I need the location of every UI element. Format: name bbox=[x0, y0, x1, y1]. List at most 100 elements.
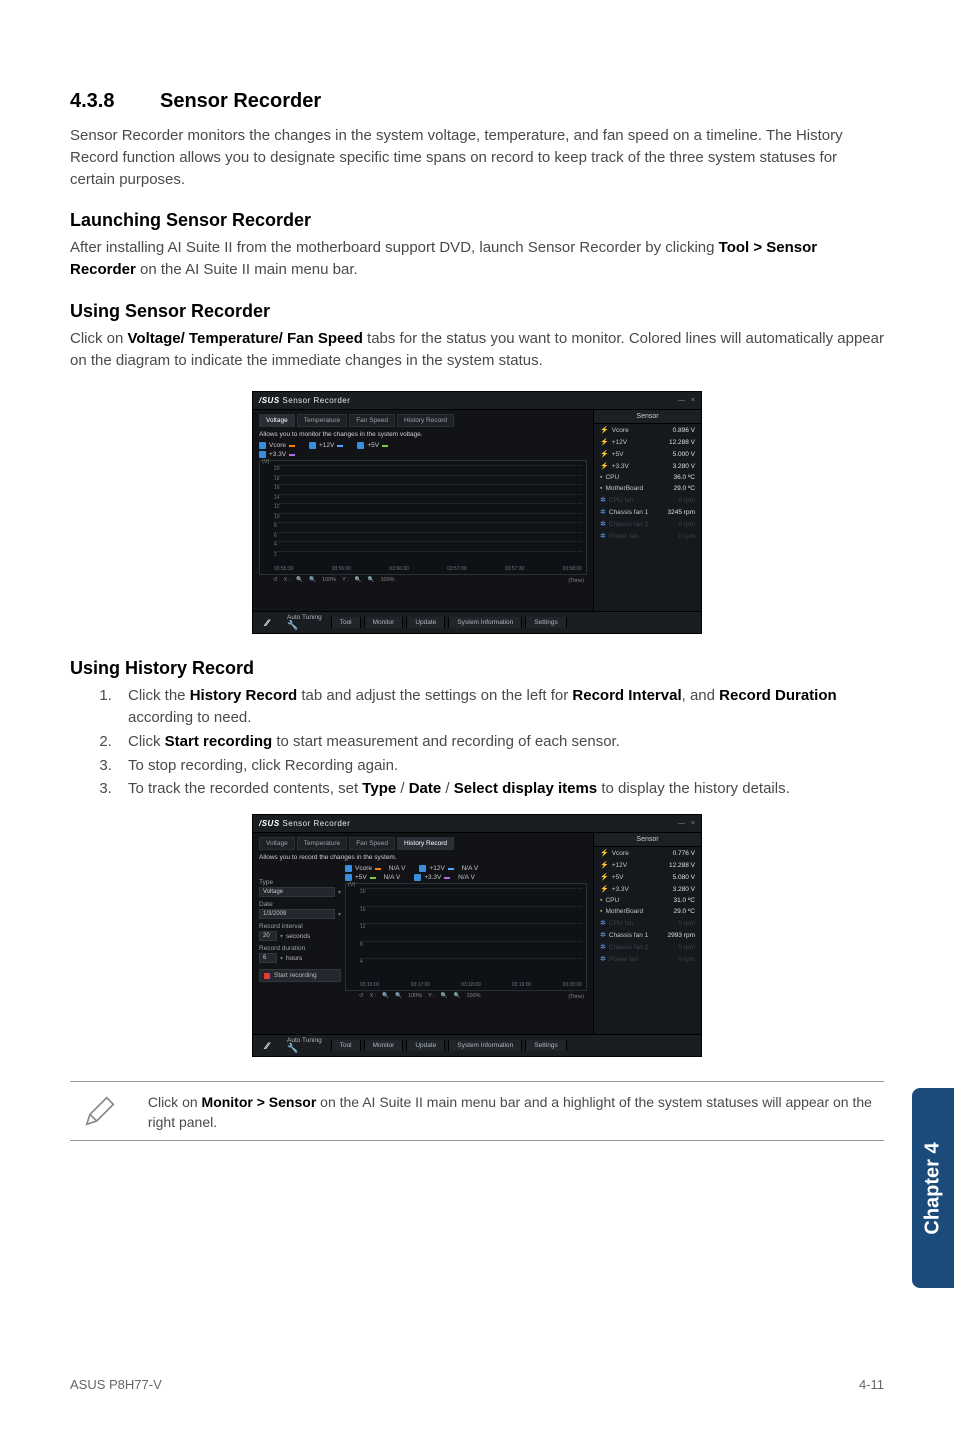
record-interval-input[interactable]: 20 bbox=[259, 931, 277, 941]
check-12v[interactable]: +12V bbox=[309, 442, 343, 449]
monitor-button[interactable]: Monitor bbox=[364, 617, 404, 628]
start-recording-label: Start recording bbox=[274, 972, 317, 979]
zoom-y-value: 100% bbox=[467, 993, 481, 999]
zoom-in-icon[interactable]: 🔍 bbox=[309, 577, 316, 583]
sensor-value: 29.0 ºC bbox=[673, 485, 695, 492]
type-select[interactable]: Voltage bbox=[259, 887, 335, 897]
legend-dot-icon bbox=[375, 868, 381, 870]
system-info-button[interactable]: System Information bbox=[448, 1040, 522, 1051]
legend-dot-icon bbox=[337, 445, 343, 447]
sensor-label: CPU fan bbox=[609, 497, 634, 504]
using-paragraph: Click on Voltage/ Temperature/ Fan Speed… bbox=[70, 328, 884, 372]
screenshot-sensor-recorder-voltage: /SUS Sensor Recorder — × Voltage Tempera… bbox=[252, 391, 702, 634]
settings-button[interactable]: Settings bbox=[525, 617, 567, 628]
xtick: 03:58:00 bbox=[563, 566, 582, 572]
check-vcore[interactable]: Vcore bbox=[259, 442, 295, 449]
xtick: 03:57:00 bbox=[447, 566, 466, 572]
start-recording-button[interactable]: Start recording bbox=[259, 969, 341, 982]
history-graph: (V) (Time) 20 16 12 8 4 03:16:00 03:17:0… bbox=[345, 883, 587, 991]
check-vcore[interactable]: Vcore N/A V bbox=[345, 865, 405, 872]
ytick: 6 bbox=[274, 533, 277, 539]
sensor-value: 0 rpm bbox=[678, 920, 695, 927]
note-text: Click on Monitor > Sensor on the AI Suit… bbox=[148, 1087, 876, 1132]
ytick: 14 bbox=[274, 495, 280, 501]
zoom-in-icon[interactable]: 🔍 bbox=[368, 577, 375, 583]
close-button[interactable]: × bbox=[691, 820, 695, 827]
record-duration-input[interactable]: 6 bbox=[259, 953, 277, 963]
checkbox-icon bbox=[414, 874, 421, 881]
t: Monitor > Sensor bbox=[202, 1094, 317, 1110]
check-5v[interactable]: +5V N/A V bbox=[345, 874, 400, 881]
chip-icon: ▪ bbox=[600, 474, 602, 481]
zoom-in-icon[interactable]: 🔍 bbox=[454, 993, 461, 999]
zoom-out-icon[interactable]: 🔍 bbox=[382, 993, 389, 999]
ytick: 18 bbox=[274, 476, 280, 482]
check-12v[interactable]: +12V N/A V bbox=[419, 865, 478, 872]
zoom-out-icon[interactable]: 🔍 bbox=[355, 577, 362, 583]
legend-dot-icon bbox=[289, 454, 295, 456]
tab-temperature[interactable]: Temperature bbox=[297, 837, 348, 850]
monitor-button[interactable]: Monitor bbox=[364, 1040, 404, 1051]
wrench-icon: 🔧 bbox=[287, 620, 298, 630]
settings-button[interactable]: Settings bbox=[525, 1040, 567, 1051]
fan-icon: ✲ bbox=[600, 532, 606, 540]
sensor-panel-head: Sensor bbox=[594, 410, 701, 424]
tab-history-record[interactable]: History Record bbox=[397, 837, 454, 850]
brand-logo: /SUS bbox=[259, 819, 280, 828]
sensor-label: CPU fan bbox=[609, 920, 634, 927]
sensor-panel: Sensor ⚡Vcore0.776 V ⚡+12V12.288 V ⚡+5V5… bbox=[593, 833, 701, 1034]
auto-tuning-button[interactable]: Auto Tuning🔧 bbox=[281, 1038, 328, 1054]
check-33v[interactable]: +3.3V N/A V bbox=[414, 874, 475, 881]
close-button[interactable]: × bbox=[691, 397, 695, 404]
window-title: /SUS Sensor Recorder bbox=[259, 396, 350, 405]
sensor-value: 12.288 V bbox=[669, 862, 695, 869]
tab-voltage[interactable]: Voltage bbox=[259, 414, 295, 427]
check-33v[interactable]: +3.3V bbox=[259, 451, 295, 458]
update-button[interactable]: Update bbox=[406, 1040, 445, 1051]
x-axis-unit: (Time) bbox=[568, 994, 584, 1000]
chevron-down-icon: ▾ bbox=[280, 933, 283, 940]
check-5v[interactable]: +5V bbox=[357, 442, 388, 449]
bolt-icon: ⚡ bbox=[600, 849, 609, 857]
system-info-button[interactable]: System Information bbox=[448, 617, 522, 628]
auto-tuning-button[interactable]: Auto Tuning🔧 bbox=[281, 615, 328, 631]
bolt-icon: ⚡ bbox=[600, 873, 609, 881]
checkbox-icon bbox=[419, 865, 426, 872]
tab-voltage[interactable]: Voltage bbox=[259, 837, 295, 850]
bolt-icon: ⚡ bbox=[600, 861, 609, 869]
t: according to need. bbox=[128, 709, 251, 726]
check-label: +5V bbox=[355, 874, 367, 881]
t: Click on bbox=[148, 1094, 202, 1110]
tab-temperature[interactable]: Temperature bbox=[297, 414, 348, 427]
zoom-in-icon[interactable]: 🔍 bbox=[395, 993, 402, 999]
fan-icon: ✲ bbox=[600, 955, 606, 963]
zoom-out-icon[interactable]: 🔍 bbox=[296, 577, 303, 583]
ytick: 10 bbox=[274, 514, 280, 520]
tab-fan-speed[interactable]: Fan Speed bbox=[349, 837, 395, 850]
update-button[interactable]: Update bbox=[406, 617, 445, 628]
sensor-value: 29.0 ºC bbox=[673, 908, 695, 915]
minimize-button[interactable]: — bbox=[678, 397, 685, 404]
section-title: Sensor Recorder bbox=[160, 90, 321, 112]
zoom-out-icon[interactable]: 🔍 bbox=[441, 993, 448, 999]
checkbox-icon bbox=[345, 874, 352, 881]
t: to display the history details. bbox=[597, 780, 790, 797]
chip-icon: ▪ bbox=[600, 485, 602, 492]
tab-fan-speed[interactable]: Fan Speed bbox=[349, 414, 395, 427]
tab-history-record[interactable]: History Record bbox=[397, 414, 454, 427]
tool-button[interactable]: Tool bbox=[331, 617, 361, 628]
tool-button[interactable]: Tool bbox=[331, 1040, 361, 1051]
check-label: +12V bbox=[429, 865, 444, 872]
y-axis-unit: (V) bbox=[348, 882, 355, 888]
fan-icon: ✲ bbox=[600, 520, 606, 528]
launch-paragraph: After installing AI Suite II from the mo… bbox=[70, 237, 884, 281]
intro-paragraph: Sensor Recorder monitors the changes in … bbox=[70, 125, 884, 190]
sensor-value: 3.280 V bbox=[673, 886, 695, 893]
sensor-panel-head: Sensor bbox=[594, 833, 701, 847]
y-axis-unit: (V) bbox=[262, 459, 269, 465]
t: History Record bbox=[190, 687, 298, 704]
check-na: N/A V bbox=[389, 865, 406, 872]
ytick: 16 bbox=[274, 485, 280, 491]
minimize-button[interactable]: — bbox=[678, 820, 685, 827]
date-select[interactable]: 1/3/2009 bbox=[259, 909, 335, 919]
